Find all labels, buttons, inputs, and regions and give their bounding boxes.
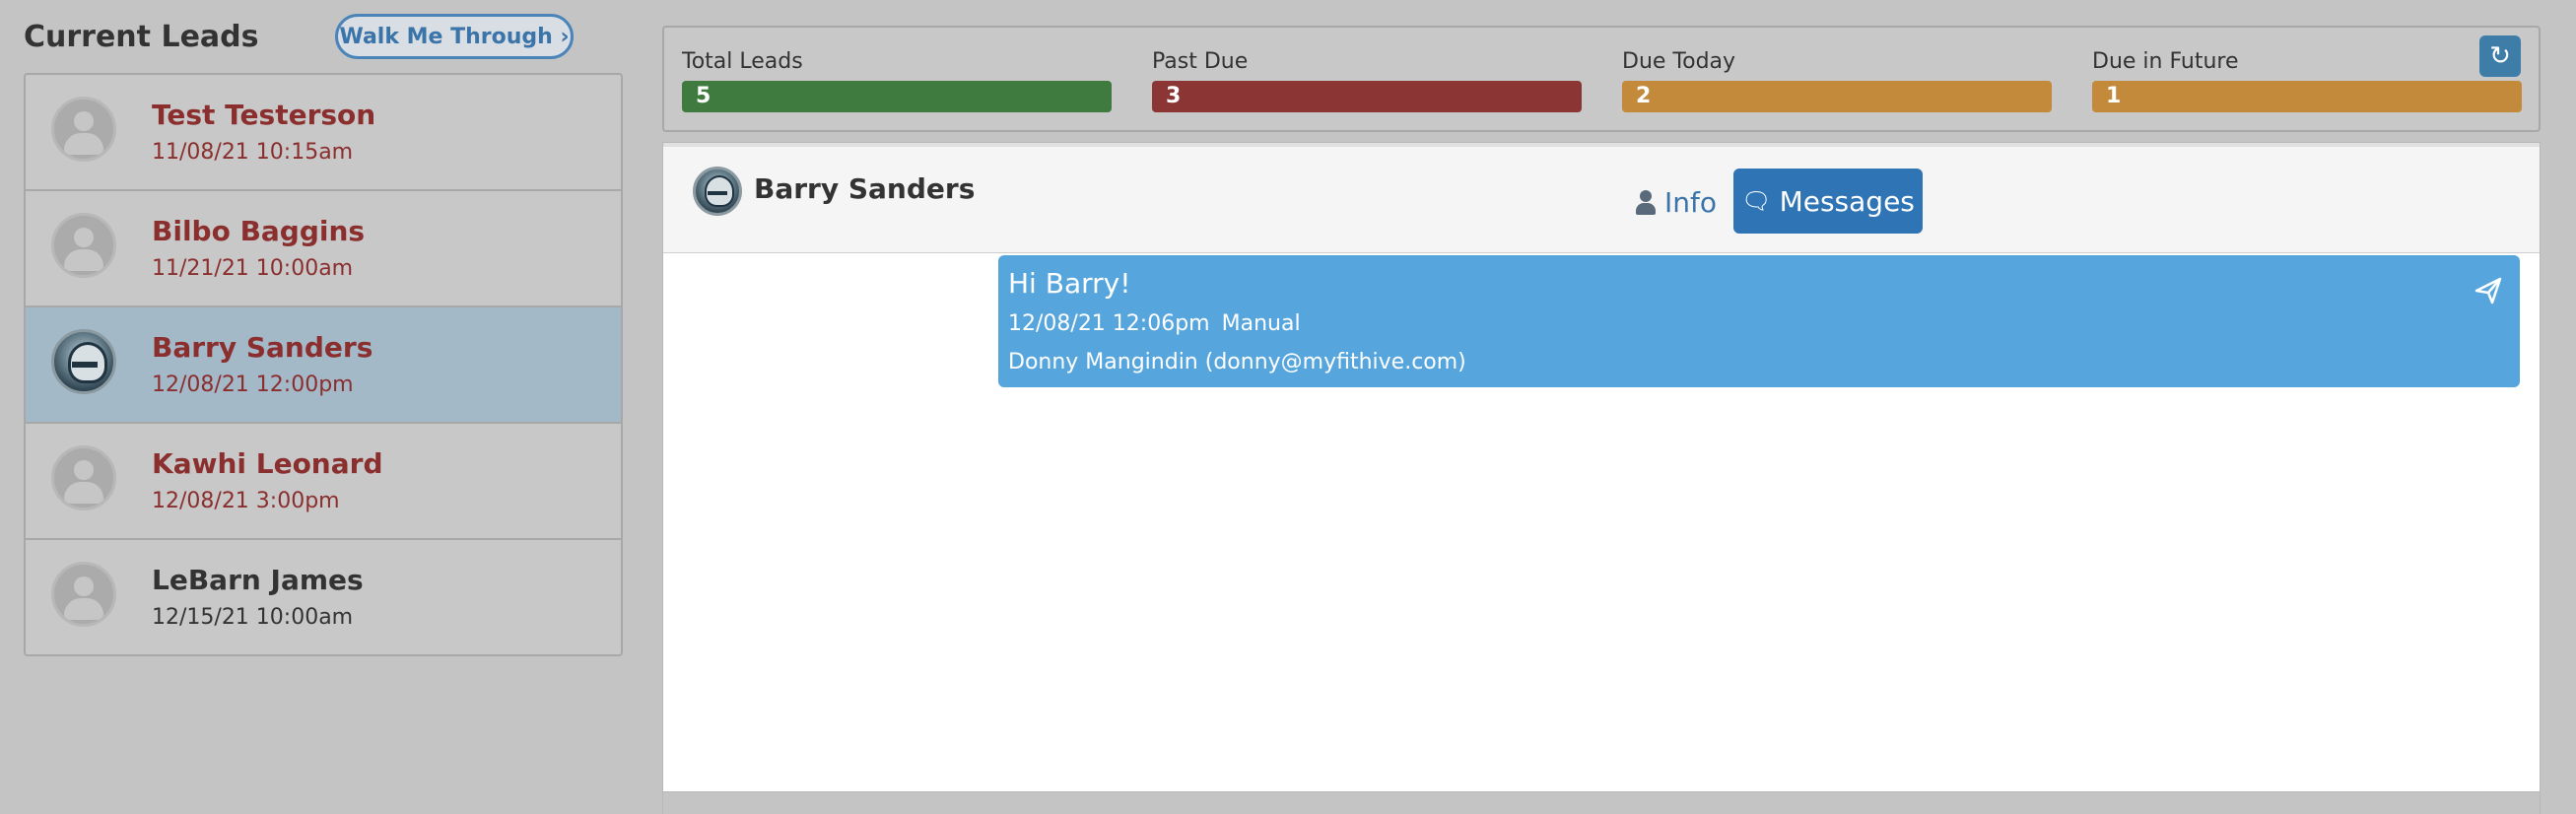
lead-item-barry-sanders[interactable]: Barry Sanders 12/08/21 12:00pm bbox=[26, 307, 621, 424]
conversation-panel: Barry Sanders Info 🗨 Messages Hi Barry! … bbox=[662, 142, 2541, 792]
panel-bottom-strip bbox=[662, 792, 2541, 814]
send-icon bbox=[2474, 277, 2502, 305]
user-icon bbox=[1635, 189, 1657, 216]
lead-name: LeBarn James bbox=[152, 564, 364, 596]
tab-info[interactable]: Info bbox=[1635, 186, 1717, 219]
tab-info-label: Info bbox=[1664, 186, 1717, 219]
lead-name: Test Testerson bbox=[152, 99, 376, 131]
lead-stats-bar: Total Leads 5 Past Due 3 Due Today 2 Due… bbox=[662, 26, 2541, 132]
lead-name: Bilbo Baggins bbox=[152, 215, 366, 247]
lead-name: Kawhi Leonard bbox=[152, 447, 383, 480]
lead-date: 11/08/21 10:15am bbox=[152, 140, 354, 165]
lead-item-bilbo-baggins[interactable]: Bilbo Baggins 11/21/21 10:00am bbox=[26, 191, 621, 307]
lead-date: 12/08/21 3:00pm bbox=[152, 489, 340, 513]
contact-name: Barry Sanders bbox=[754, 172, 976, 205]
message-text: Hi Barry! bbox=[1008, 267, 1131, 300]
stat-past-due[interactable]: Past Due 3 bbox=[1152, 49, 1582, 112]
walk-me-through-button[interactable]: Walk Me Through › bbox=[335, 14, 574, 59]
lead-name: Barry Sanders bbox=[152, 331, 373, 364]
refresh-icon[interactable]: ↻ bbox=[2479, 35, 2521, 77]
avatar-placeholder-icon bbox=[51, 97, 116, 162]
lead-item-lebarn-james[interactable]: LeBarn James 12/15/21 10:00am bbox=[26, 540, 621, 654]
lead-date: 12/08/21 12:00pm bbox=[152, 373, 354, 397]
tab-messages-label: Messages bbox=[1779, 184, 1915, 218]
contact-avatar bbox=[693, 167, 742, 216]
conversation-header: Barry Sanders Info 🗨 Messages bbox=[663, 143, 2540, 253]
stat-bar-due-today: 2 bbox=[1622, 81, 2052, 112]
avatar-photo bbox=[693, 167, 742, 216]
stat-due-in-future[interactable]: Due in Future 1 bbox=[2092, 49, 2522, 112]
tab-messages[interactable]: 🗨 Messages bbox=[1733, 169, 1923, 234]
stat-label: Past Due bbox=[1152, 49, 1249, 74]
lead-item-test-testerson[interactable]: Test Testerson 11/08/21 10:15am bbox=[26, 75, 621, 191]
avatar-placeholder-icon bbox=[51, 445, 116, 510]
lead-date: 11/21/21 10:00am bbox=[152, 256, 354, 281]
leads-list: Test Testerson 11/08/21 10:15am Bilbo Ba… bbox=[24, 73, 623, 656]
chat-bubble-icon: 🗨 bbox=[1741, 187, 1772, 215]
message-author: Donny Mangindin (donny@myfithive.com) bbox=[1008, 350, 1466, 374]
message-bubble: Hi Barry! 12/08/21 12:06pm Manual Donny M… bbox=[998, 255, 2520, 387]
stat-total-leads[interactable]: Total Leads 5 bbox=[682, 49, 1112, 112]
avatar-placeholder-icon bbox=[51, 213, 116, 278]
stat-due-today[interactable]: Due Today 2 bbox=[1622, 49, 2052, 112]
lead-date: 12/15/21 10:00am bbox=[152, 605, 354, 630]
message-type: Manual bbox=[1221, 311, 1301, 336]
stat-bar-due-future: 1 bbox=[2092, 81, 2522, 112]
stat-label: Due in Future bbox=[2092, 49, 2239, 74]
lead-item-kawhi-leonard[interactable]: Kawhi Leonard 12/08/21 3:00pm bbox=[26, 424, 621, 540]
message-meta: 12/08/21 12:06pm Manual bbox=[1008, 311, 2510, 336]
avatar-placeholder-icon bbox=[51, 562, 116, 627]
stat-label: Total Leads bbox=[682, 49, 803, 74]
leads-title: Current Leads bbox=[24, 20, 259, 54]
stat-bar-total: 5 bbox=[682, 81, 1112, 112]
stat-bar-past-due: 3 bbox=[1152, 81, 1582, 112]
message-time: 12/08/21 12:06pm bbox=[1008, 311, 1210, 336]
leads-header: Current Leads Walk Me Through › bbox=[24, 14, 576, 63]
avatar-photo bbox=[51, 329, 116, 394]
stat-label: Due Today bbox=[1622, 49, 1736, 74]
